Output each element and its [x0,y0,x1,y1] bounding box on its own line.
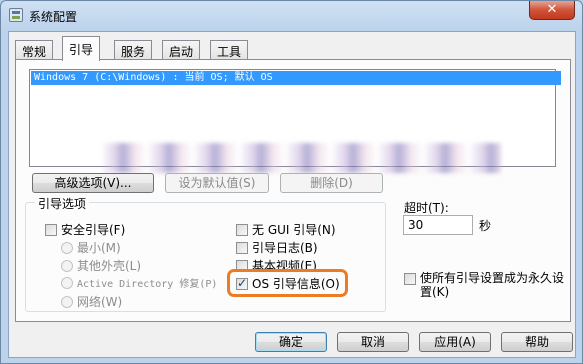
set-default-button[interactable]: 设为默认值(S) [165,173,269,193]
no-gui-box[interactable] [236,224,248,236]
advanced-options-button[interactable]: 高级选项(V)... [32,173,154,193]
minimal-label: 最小(M) [77,241,121,255]
make-permanent-box[interactable] [404,273,416,285]
alternate-shell-radio[interactable]: 其他外壳(L) [61,257,141,273]
help-button[interactable]: 帮助 [501,332,573,352]
network-radio[interactable]: 网络(W) [61,293,122,309]
boot-options-legend: 引导选项 [35,195,90,212]
timeout-unit: 秒 [479,219,492,233]
os-list-item[interactable]: Windows 7 (C:\Windows) : 当前 OS; 默认 OS [31,71,561,85]
delete-button[interactable]: 删除(D) [280,173,383,193]
tab-boot[interactable]: 引导 [62,36,101,61]
ok-button[interactable]: 确定 [255,332,327,352]
minimal-radio[interactable]: 最小(M) [61,239,121,255]
alternate-shell-label: 其他外壳(L) [77,259,142,273]
close-icon: ✕ [546,2,558,17]
boot-log-box[interactable] [236,242,248,254]
title-bar[interactable]: 系统配置 ✕ [1,1,582,31]
system-config-window: 系统配置 ✕ 常规 引导 服务 启动 工具 Windows 7 (C:\Wind… [0,0,583,364]
boot-log-label: 引导日志(B) [252,241,318,255]
timeout-input[interactable]: 30 [403,215,473,235]
safe-boot-checkbox[interactable]: 安全引导(F) [45,221,125,237]
minimal-radio-circle[interactable] [61,242,73,254]
tab-general[interactable]: 常规 [15,40,54,60]
msconfig-icon [9,8,23,22]
ad-repair-radio[interactable]: Active Directory 修复(P) [61,275,217,291]
cancel-button[interactable]: 取消 [337,332,409,352]
safe-boot-box[interactable] [45,224,57,236]
network-label: 网络(W) [77,295,123,309]
make-permanent-label: 使所有引导设置成为永久设置(K) [420,271,565,299]
ad-repair-radio-circle[interactable] [61,277,73,289]
tab-tools[interactable]: 工具 [210,40,249,60]
redaction-blur [101,143,501,173]
close-button[interactable]: ✕ [529,1,575,20]
window-title: 系统配置 [29,10,78,24]
timeout-label: 超时(T): [404,201,449,215]
ad-repair-label: Active Directory 修复(P) [77,279,218,290]
boot-log-checkbox[interactable]: 引导日志(B) [236,239,318,255]
alternate-shell-radio-circle[interactable] [61,260,73,272]
safe-boot-label: 安全引导(F) [61,223,126,237]
tab-startup[interactable]: 启动 [162,40,201,60]
tab-services[interactable]: 服务 [114,40,153,60]
network-radio-circle[interactable] [61,296,73,308]
apply-button[interactable]: 应用(A) [419,332,491,352]
no-gui-label: 无 GUI 引导(N) [252,223,336,237]
no-gui-checkbox[interactable]: 无 GUI 引导(N) [236,221,336,237]
highlight-annotation [227,269,348,297]
